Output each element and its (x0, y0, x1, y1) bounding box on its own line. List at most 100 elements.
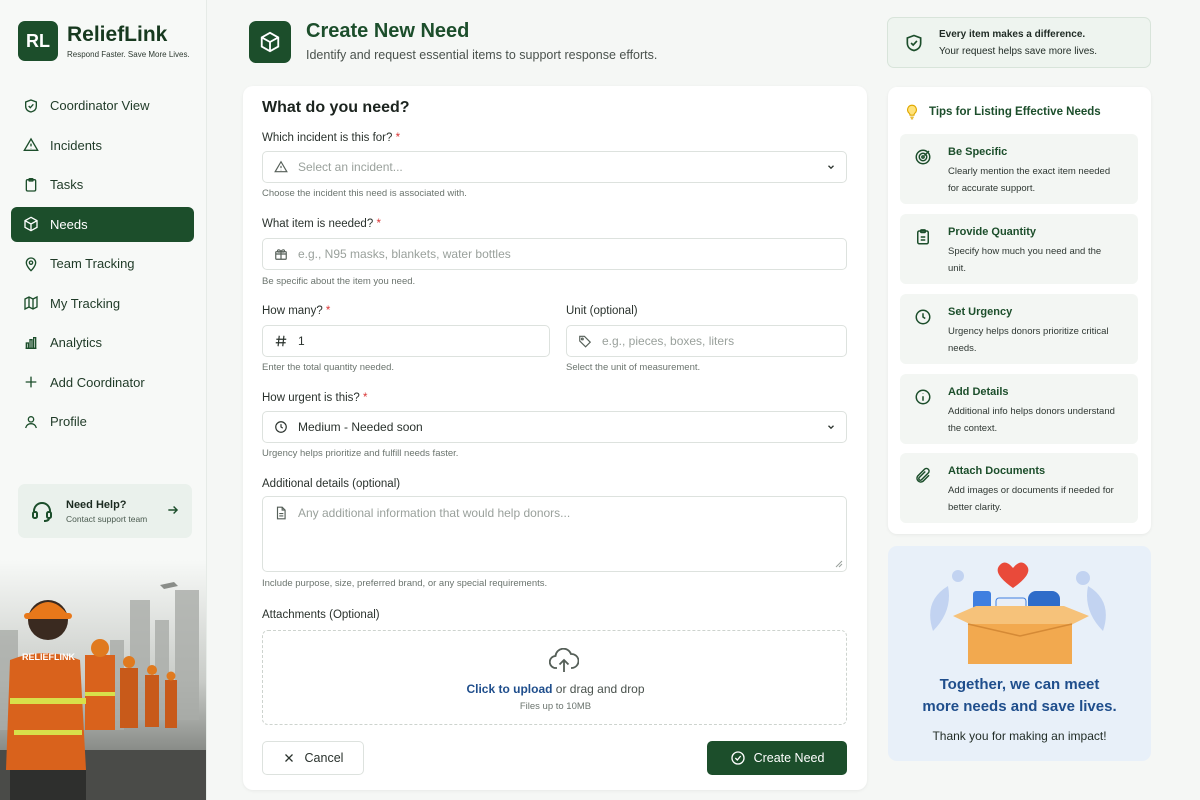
urgency-select[interactable]: Medium - Needed soon (262, 411, 847, 443)
cancel-button[interactable]: Cancel (262, 741, 364, 775)
tip-card: Provide Quantity Specify how much you ne… (900, 214, 1138, 284)
plus-icon (23, 374, 39, 390)
tip-title: Add Details (948, 386, 1009, 398)
tip-title: Attach Documents (948, 465, 1046, 477)
help-card[interactable]: Need Help? Contact support team (18, 484, 192, 538)
clock-icon (915, 309, 931, 325)
donation-box-illustration (930, 562, 1106, 664)
urgency-label: How urgent is this? * (262, 392, 368, 404)
tip-card: Be Specific Clearly mention the exact it… (900, 134, 1138, 204)
clipboard-list-icon (917, 229, 929, 245)
section-title: What do you need? (262, 99, 410, 116)
sidebar-item-incidents[interactable]: Incidents (11, 128, 194, 163)
vest-label: RELIEFLINK (22, 652, 75, 662)
incident-hint: Choose the incident this need is associa… (262, 188, 467, 199)
unit-label: Unit (optional) (566, 305, 638, 317)
sidebar-item-add-coordinator[interactable]: Add Coordinator (11, 365, 194, 400)
shield-check-icon (23, 98, 39, 114)
upload-hint: Files up to 10MB (519, 701, 592, 712)
document-icon (274, 506, 288, 520)
create-need-form: What do you need? Which incident is this… (243, 86, 867, 790)
sidebar-item-team-tracking[interactable]: Team Tracking (11, 246, 194, 281)
brand[interactable]: RL ReliefLink Respond Faster. Save More … (18, 21, 190, 61)
sidebar-item-label: Coordinator View (50, 98, 150, 113)
sidebar-item-my-tracking[interactable]: My Tracking (11, 286, 194, 321)
item-label: What item is needed? * (262, 218, 381, 230)
headset-icon (32, 502, 52, 522)
sidebar-item-label: Profile (50, 414, 87, 429)
warning-icon (274, 160, 288, 174)
sidebar-item-label: My Tracking (50, 295, 121, 311)
banner-line1: Every item makes a difference. (939, 28, 1086, 40)
unit-hint: Select the unit of measurement. (566, 362, 701, 373)
tag-icon (578, 334, 592, 348)
details-textarea[interactable]: Any additional information that would he… (262, 496, 847, 572)
impact-subtitle: Thank you for making an impact! (932, 729, 1107, 743)
paperclip-icon (916, 467, 930, 483)
sidebar-item-label: Add Coordinator (50, 374, 145, 390)
page-subtitle: Identify and request essential items to … (306, 48, 658, 62)
sidebar-item-analytics[interactable]: Analytics (11, 325, 194, 360)
arrow-right-icon (168, 506, 179, 514)
impact-card: Together, we can meet more needs and sav… (888, 546, 1151, 761)
quantity-label: How many? * (262, 305, 331, 317)
box-icon (260, 31, 280, 53)
quantity-hint: Enter the total quantity needed. (262, 362, 395, 373)
rescue-workers-illustration: RELIEFLINK (0, 560, 206, 800)
sidebar-item-profile[interactable]: Profile (11, 404, 194, 439)
check-circle-icon (730, 751, 745, 765)
target-icon (915, 149, 931, 165)
page-icon (249, 21, 291, 63)
tip-description: Urgency helps donors prioritize critical… (948, 326, 1109, 354)
incident-label: Which incident is this for? * (262, 132, 401, 144)
resize-handle-icon[interactable] (835, 560, 843, 568)
incident-placeholder: Select an incident... (298, 160, 403, 174)
attachments-dropzone[interactable]: Click to upload or drag and drop Files u… (262, 630, 847, 725)
upload-link[interactable]: Click to upload (466, 682, 552, 696)
create-need-button[interactable]: Create Need (707, 741, 847, 775)
encouragement-banner: Every item makes a difference. Your requ… (887, 17, 1151, 68)
sidebar: RL ReliefLink Respond Faster. Save More … (0, 0, 207, 800)
help-title: Need Help? (66, 498, 127, 511)
brand-logo: RL (18, 21, 58, 61)
item-hint: Be specific about the item you need. (262, 276, 416, 287)
details-placeholder: Any additional information that would he… (298, 506, 571, 520)
close-icon (284, 754, 293, 762)
gift-icon (274, 247, 288, 261)
sidebar-item-label: Analytics (50, 335, 103, 350)
tip-description: Additional info helps donors understand … (948, 406, 1115, 434)
sidebar-item-coordinator-view[interactable]: Coordinator View (11, 88, 194, 123)
warning-icon (23, 137, 39, 153)
brand-tagline: Respond Faster. Save More Lives. (67, 49, 190, 59)
upload-prompt: Click to upload or drag and drop (466, 682, 645, 696)
quantity-input[interactable]: 1 (262, 325, 550, 357)
cloud-upload-icon (549, 648, 579, 672)
chevron-down-icon (828, 425, 834, 430)
details-hint: Include purpose, size, preferred brand, … (262, 578, 548, 589)
impact-title: Together, we can meet more needs and sav… (922, 676, 1117, 715)
hash-icon (274, 334, 288, 348)
sidebar-item-needs[interactable]: Needs (11, 206, 194, 242)
box-icon (23, 216, 39, 232)
sidebar-item-label: Incidents (50, 137, 103, 153)
urgency-hint: Urgency helps prioritize and fulfill nee… (262, 448, 459, 459)
tip-title: Provide Quantity (948, 226, 1037, 238)
unit-input[interactable]: e.g., pieces, boxes, liters (566, 325, 847, 357)
incident-select[interactable]: Select an incident... (262, 151, 847, 183)
map-icon (23, 295, 39, 311)
tip-title: Set Urgency (948, 306, 1013, 318)
shield-check-icon (906, 34, 922, 51)
item-placeholder: e.g., N95 masks, blankets, water bottles (298, 247, 511, 261)
item-input[interactable]: e.g., N95 masks, blankets, water bottles (262, 238, 847, 270)
chevron-down-icon (828, 165, 834, 170)
tip-card: Set Urgency Urgency helps donors priorit… (900, 294, 1138, 364)
lightbulb-icon (907, 104, 917, 120)
sidebar-item-tasks[interactable]: Tasks (11, 167, 194, 202)
quantity-value: 1 (298, 334, 305, 348)
brand-name: ReliefLink (67, 22, 168, 46)
sidebar-item-label: Tasks (50, 177, 84, 192)
info-icon (915, 389, 931, 405)
clipboard-icon (23, 177, 39, 193)
tip-description: Clearly mention the exact item needed fo… (948, 166, 1111, 194)
clock-icon (274, 420, 288, 434)
